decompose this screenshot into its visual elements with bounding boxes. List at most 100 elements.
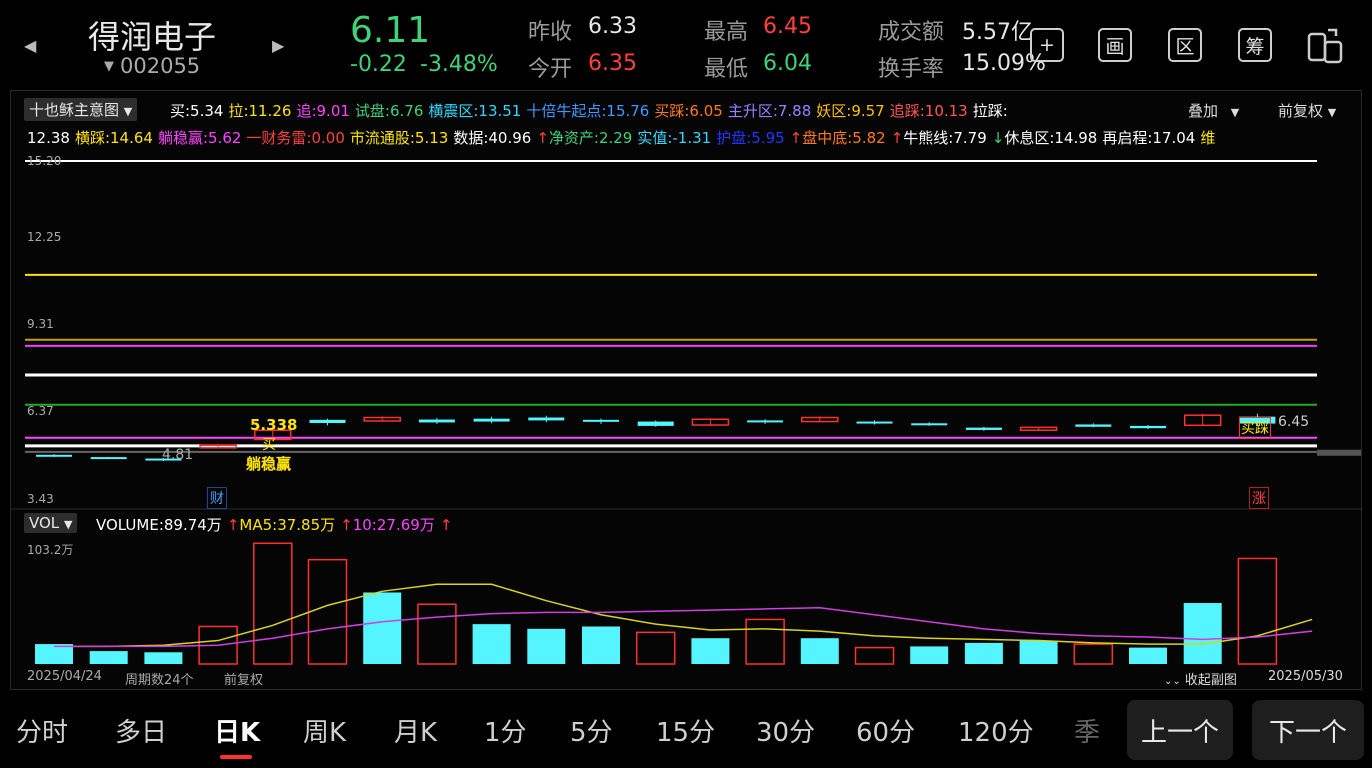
volume-bar bbox=[1129, 647, 1167, 664]
main-legend-item: 12.38 bbox=[27, 129, 70, 147]
volume-bar bbox=[527, 628, 566, 664]
limit-up-badge[interactable]: 涨 bbox=[1249, 487, 1269, 509]
adjust-dropdown[interactable]: 前复权 ▼ bbox=[1278, 100, 1336, 121]
volume-bar bbox=[854, 646, 895, 665]
kline-panel[interactable] bbox=[10, 90, 1362, 690]
footer-adjust-label: 前复权 bbox=[224, 673, 264, 688]
volume-legend-item: ↑ bbox=[439, 516, 453, 534]
price-change-pct: -3.48% bbox=[420, 52, 498, 77]
hold-annotation: 躺稳赢 bbox=[246, 455, 292, 473]
tab-timeshare[interactable]: 分时 bbox=[16, 712, 68, 749]
main-legend-item: ↓ bbox=[991, 129, 1005, 147]
turnover-label: 换手率 bbox=[878, 57, 945, 82]
tab-1min[interactable]: 1分 bbox=[484, 712, 527, 749]
adjust-chevron-icon: ▼ bbox=[1327, 106, 1337, 119]
main-legend-line2: 12.38 横踩:14.64 躺稳赢:5.62 一财务雷:0.00 市流通股:5.13 数… bbox=[27, 127, 1215, 148]
main-legend-item: 主升区:7.88 bbox=[727, 102, 812, 120]
finance-badge[interactable]: 财 bbox=[207, 487, 227, 509]
range-icon: 区 bbox=[1175, 35, 1195, 58]
candle-body bbox=[473, 418, 510, 422]
vol-chevron-down-icon: ▼ bbox=[63, 518, 73, 531]
next-stock-button[interactable]: 下一个 bbox=[1252, 700, 1364, 760]
main-legend-item: 净资产:2.29 bbox=[548, 129, 633, 147]
tab-daily-k[interactable]: 日K bbox=[214, 712, 260, 749]
prev-stock-arrow-icon[interactable]: ◀ bbox=[24, 36, 36, 55]
adjust-label: 前复权 bbox=[1278, 102, 1324, 120]
main-legend-item: 一财务雷:0.00 bbox=[246, 129, 345, 147]
stock-code-row[interactable]: ▼ 002055 bbox=[104, 54, 200, 78]
tab-weekly-k[interactable]: 周K bbox=[303, 712, 346, 749]
main-legend-item: 躺稳赢:5.62 bbox=[157, 129, 242, 147]
tab-120min[interactable]: 120分 bbox=[958, 712, 1034, 749]
candle-body bbox=[965, 427, 1002, 430]
kline-chart-svg[interactable] bbox=[11, 91, 1361, 689]
volume-bar bbox=[745, 618, 785, 665]
main-legend-item: 实值:-1.31 bbox=[637, 129, 712, 147]
device-switch-button[interactable] bbox=[1306, 26, 1346, 66]
candle-body bbox=[36, 454, 72, 457]
volume-bar bbox=[582, 626, 620, 664]
overlay-label: 叠加 bbox=[1188, 102, 1219, 120]
main-legend-item: 拉:11.26 bbox=[228, 102, 292, 120]
prev-close-label: 昨收 bbox=[528, 20, 573, 45]
volume-legend-item: VOLUME:89.74万 bbox=[96, 516, 222, 534]
volume-bar bbox=[472, 624, 511, 664]
device-switch-icon bbox=[1307, 28, 1343, 64]
main-legend-item: 横踩:14.64 bbox=[74, 129, 153, 147]
volume-bar bbox=[1237, 557, 1278, 665]
candle-body bbox=[1130, 425, 1166, 429]
main-legend-item: ↑ bbox=[536, 129, 549, 147]
y-tick-3: 9.31 bbox=[27, 317, 54, 331]
tab-quarter[interactable]: 季 bbox=[1074, 712, 1100, 749]
code-dropdown-icon: ▼ bbox=[104, 58, 114, 74]
buy-value-annotation: 5.338 bbox=[250, 416, 298, 434]
right-band bbox=[1317, 449, 1361, 456]
volume-bar bbox=[910, 646, 949, 664]
active-tab-indicator bbox=[220, 755, 252, 759]
candle-body bbox=[309, 419, 346, 424]
main-legend-item: 牛熊线:7.79 bbox=[903, 129, 987, 147]
volume-legend-item: ↑ bbox=[226, 516, 240, 534]
main-legend-item: 市流通股:5.13 bbox=[349, 129, 449, 147]
volume-bar bbox=[800, 638, 839, 664]
next-stock-arrow-icon[interactable]: ▶ bbox=[272, 36, 284, 55]
main-legend-item: 十倍牛起点:15.76 bbox=[526, 102, 650, 120]
volume-bar bbox=[964, 642, 1003, 664]
low-value: 6.04 bbox=[763, 51, 812, 76]
volume-bar bbox=[89, 651, 128, 664]
period-count: 周期数24个 bbox=[125, 673, 194, 688]
candle-body bbox=[637, 421, 674, 426]
main-indicator-dropdown[interactable]: 十也稣主意图 ▼ bbox=[24, 98, 138, 121]
tab-15min[interactable]: 15分 bbox=[656, 712, 715, 749]
candle-body bbox=[90, 457, 127, 460]
buy-step-annotation: 买踩 bbox=[1239, 417, 1271, 439]
amount-label: 成交额 bbox=[878, 20, 945, 45]
overlay-dropdown[interactable]: 叠加 ▼ bbox=[1188, 100, 1239, 121]
tab-5min[interactable]: 5分 bbox=[570, 712, 613, 749]
candle-body bbox=[583, 419, 619, 422]
main-legend-item: 横震区:13.51 bbox=[428, 102, 522, 120]
add-button[interactable]: + bbox=[1030, 28, 1064, 62]
volume-indicator-dropdown[interactable]: VOL ▼ bbox=[24, 513, 78, 533]
candle-body bbox=[528, 417, 565, 421]
prev-stock-button[interactable]: 上一个 bbox=[1127, 700, 1233, 760]
range-button[interactable]: 区 bbox=[1168, 28, 1202, 62]
chips-button[interactable]: 筹 bbox=[1238, 28, 1272, 62]
volume-bar bbox=[144, 652, 183, 664]
chips-icon: 筹 bbox=[1245, 35, 1265, 58]
draw-button[interactable]: 画 bbox=[1098, 28, 1132, 62]
chevron-down-icon: ▼ bbox=[123, 105, 133, 118]
tab-multiday[interactable]: 多日 bbox=[115, 712, 167, 749]
main-legend-item: ↑ bbox=[789, 129, 803, 147]
stock-code: 002055 bbox=[120, 54, 201, 78]
tab-monthly-k[interactable]: 月K bbox=[394, 712, 437, 749]
collapse-subchart-button[interactable]: ⌄⌄ 收起副图 bbox=[1164, 669, 1237, 688]
tab-60min[interactable]: 60分 bbox=[856, 712, 915, 749]
stock-name: 得润电子 bbox=[88, 18, 217, 56]
volume-bar bbox=[417, 603, 457, 665]
volume-indicator-name: VOL bbox=[29, 514, 60, 532]
collapse-label: 收起副图 bbox=[1184, 673, 1237, 688]
y-tick-4: 6.37 bbox=[27, 404, 54, 418]
candle-body bbox=[1075, 424, 1112, 427]
tab-30min[interactable]: 30分 bbox=[756, 712, 815, 749]
